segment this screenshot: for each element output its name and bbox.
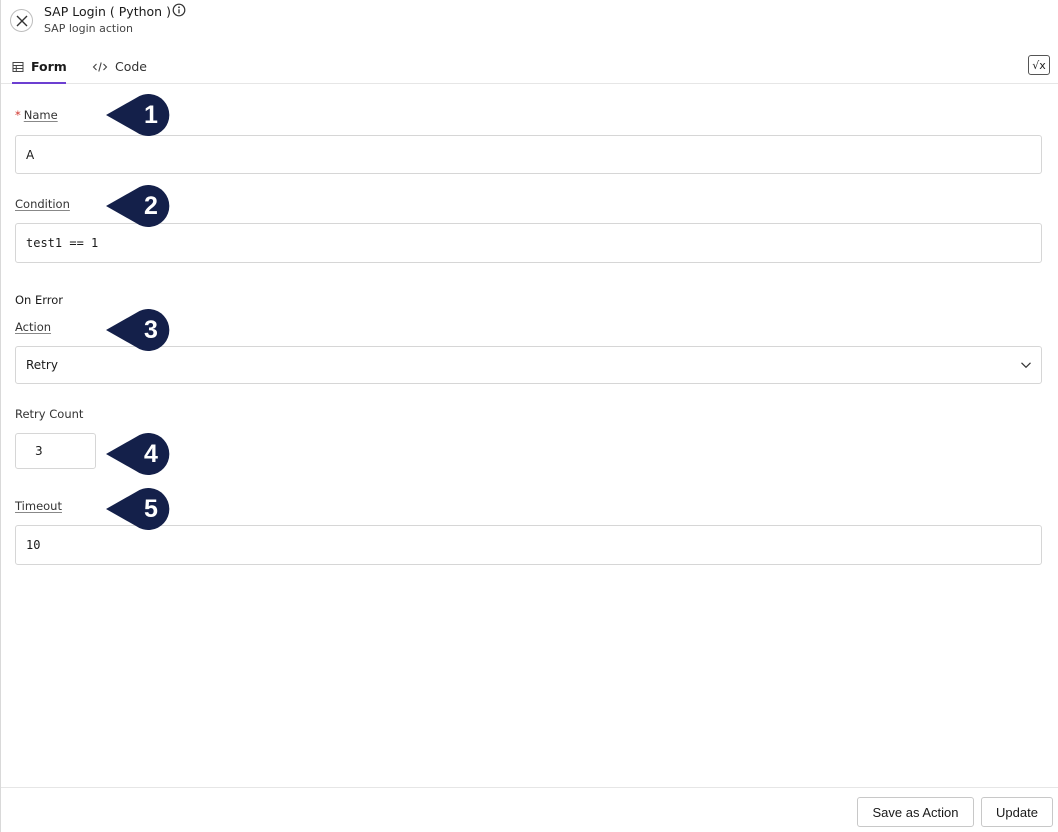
action-editor-panel: SAP Login ( Python ) SAP login action Fo… <box>0 0 1058 832</box>
action-label: Action <box>15 320 52 334</box>
condition-label: Condition <box>15 197 70 211</box>
table-icon <box>12 61 24 73</box>
condition-input[interactable]: test1 == 1 <box>15 223 1042 263</box>
callout-3: 3 <box>106 309 170 351</box>
callout-2: 2 <box>106 185 170 227</box>
retry-count-value: 3 <box>35 444 43 458</box>
callout-5-number: 5 <box>144 495 158 523</box>
callout-2-number: 2 <box>144 192 158 220</box>
timeout-input-value: 10 <box>26 538 41 552</box>
name-input[interactable]: A <box>15 135 1042 174</box>
callout-1: 1 <box>106 94 170 136</box>
formula-button[interactable]: √x <box>1028 55 1050 75</box>
callout-4-number: 4 <box>144 440 158 468</box>
on-error-heading: On Error <box>15 293 64 307</box>
action-select-value: Retry <box>26 358 58 372</box>
footer-bar: Save as Action Update <box>1 787 1058 832</box>
timeout-input[interactable]: 10 <box>15 525 1042 565</box>
retry-count-input[interactable]: 3 <box>15 433 96 469</box>
action-select[interactable]: Retry <box>15 346 1042 384</box>
callout-4: 4 <box>106 433 170 475</box>
name-input-value: A <box>26 147 35 162</box>
code-icon <box>92 61 108 73</box>
retry-count-label: Retry Count <box>15 407 84 421</box>
close-icon <box>16 15 27 26</box>
name-label: * Name <box>15 108 58 122</box>
tab-form[interactable]: Form <box>12 50 67 84</box>
callout-3-number: 3 <box>144 316 158 344</box>
tab-bar: Form Code √x <box>1 50 1058 84</box>
info-icon[interactable] <box>172 3 186 17</box>
panel-subtitle: SAP login action <box>44 22 133 35</box>
formula-icon: √x <box>1032 58 1046 72</box>
required-marker: * <box>15 108 21 122</box>
close-button[interactable] <box>10 9 33 32</box>
tab-form-label: Form <box>31 59 67 74</box>
tab-code-label: Code <box>115 59 148 74</box>
panel-title: SAP Login ( Python ) <box>44 4 171 19</box>
callout-1-number: 1 <box>144 101 158 129</box>
tab-code[interactable]: Code <box>92 50 147 83</box>
name-label-text: Name <box>23 108 58 122</box>
callout-5: 5 <box>106 488 170 530</box>
condition-input-value: test1 == 1 <box>26 236 99 250</box>
save-as-action-button[interactable]: Save as Action <box>857 797 974 827</box>
chevron-down-icon <box>1021 362 1031 369</box>
update-button[interactable]: Update <box>981 797 1053 827</box>
timeout-label: Timeout <box>15 499 62 513</box>
